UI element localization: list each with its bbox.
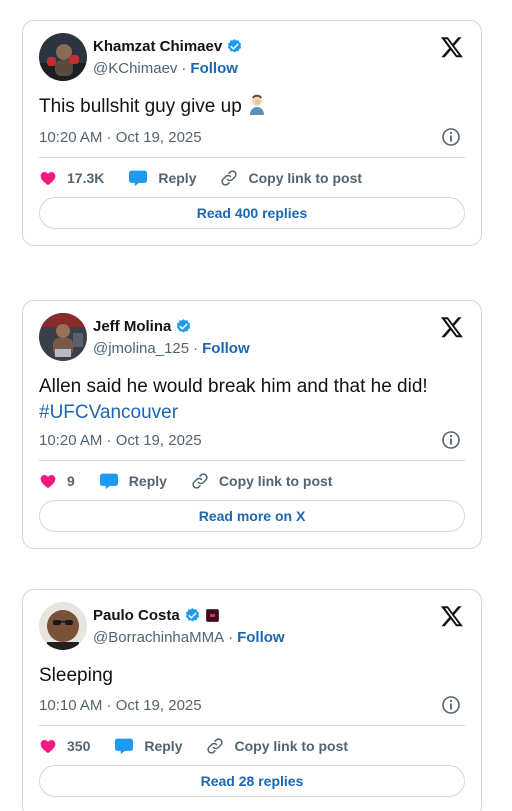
action-bar: 9 Reply Copy link to post [39,471,356,491]
author-line: Khamzat Chimaev [93,37,243,55]
man-facepalming-emoji [246,94,268,124]
avatar[interactable] [39,602,87,650]
tweet-card: Jeff Molina @jmolina_125 · Follow Allen sa… [22,300,482,549]
copy-link-label: Copy link to post [218,473,333,489]
info-icon[interactable] [441,430,461,450]
heart-icon [40,740,56,754]
like-button[interactable]: 9 [39,472,75,490]
hashtag-link[interactable]: #UFCVancouver [39,402,178,423]
reply-label: Reply [128,473,167,489]
tweet-text-content: Sleeping [39,665,113,686]
tweet-text-content: This bullshit guy give up [39,96,242,117]
like-count: 17.3K [67,170,105,186]
reply-bubble-icon [115,738,134,755]
follow-link[interactable]: Follow [190,60,238,77]
author-name[interactable]: Paulo Costa [93,607,180,624]
link-icon [192,473,208,489]
info-icon[interactable] [441,695,461,715]
tweet-text: Allen said he would break him and that h… [39,374,469,426]
heart-icon [40,172,56,186]
tweet-card: Paulo Costa @BorrachinhaMMA · Follow Sleep… [22,589,482,811]
divider [39,725,465,726]
copy-link-button[interactable]: Copy link to post [206,737,348,755]
divider [39,157,465,158]
x-logo-icon[interactable] [440,35,464,59]
action-bar: 17.3K Reply Copy link to post [39,168,386,188]
like-count: 350 [67,738,91,754]
read-replies-button[interactable]: Read 400 replies [39,197,465,229]
separator-dot: · [193,340,199,357]
read-more-button[interactable]: Read more on X [39,500,465,532]
author-handle[interactable]: @jmolina_125 [93,340,189,357]
affiliate-badge-icon[interactable] [205,608,219,622]
reply-label: Reply [144,738,183,754]
verified-icon [228,38,242,53]
info-icon[interactable] [441,127,461,147]
separator-dot: · [228,629,234,646]
like-button[interactable]: 17.3K [39,169,104,187]
timestamp[interactable]: 10:20 AM · Oct 19, 2025 [39,129,202,146]
author-handle[interactable]: @KChimaev [93,60,177,77]
author-name[interactable]: Khamzat Chimaev [93,38,222,55]
x-logo-icon[interactable] [440,315,464,339]
copy-link-label: Copy link to post [234,738,349,754]
x-logo-icon[interactable] [440,604,464,628]
author-name[interactable]: Jeff Molina [93,318,171,335]
reply-button[interactable]: Reply [99,472,167,490]
handle-line: @KChimaev · Follow [93,60,238,77]
copy-link-button[interactable]: Copy link to post [220,169,362,187]
verified-icon [177,318,191,333]
timestamp[interactable]: 10:20 AM · Oct 19, 2025 [39,432,202,449]
heart-icon [40,475,56,489]
handle-line: @jmolina_125 · Follow [93,340,250,357]
reply-label: Reply [158,170,197,186]
reply-button[interactable]: Reply [114,737,182,755]
tweet-card: Khamzat Chimaev @KChimaev · Follow This bu… [22,20,482,246]
avatar[interactable] [39,313,87,361]
verified-icon [185,607,199,622]
divider [39,460,465,461]
like-count: 9 [67,473,75,489]
copy-link-button[interactable]: Copy link to post [191,472,333,490]
copy-link-label: Copy link to post [248,170,363,186]
reply-button[interactable]: Reply [128,169,196,187]
link-icon [221,170,238,186]
avatar[interactable] [39,33,87,81]
author-line: Paulo Costa [93,606,219,624]
action-bar: 350 Reply Copy link to post [39,736,372,756]
reply-bubble-icon [129,170,148,187]
reply-bubble-icon [99,473,118,490]
handle-line: @BorrachinhaMMA · Follow [93,629,285,646]
tweet-text-content: Allen said he would break him and that h… [39,376,428,397]
follow-link[interactable]: Follow [202,340,250,357]
timestamp[interactable]: 10:10 AM · Oct 19, 2025 [39,697,202,714]
tweet-text: Sleeping [39,663,469,689]
like-button[interactable]: 350 [39,737,90,755]
author-handle[interactable]: @BorrachinhaMMA [93,629,224,646]
read-replies-button[interactable]: Read 28 replies [39,765,465,797]
follow-link[interactable]: Follow [237,629,285,646]
tweet-text: This bullshit guy give up [39,94,469,124]
separator-dot: · [181,60,187,77]
author-line: Jeff Molina [93,317,192,335]
link-icon [207,738,224,754]
